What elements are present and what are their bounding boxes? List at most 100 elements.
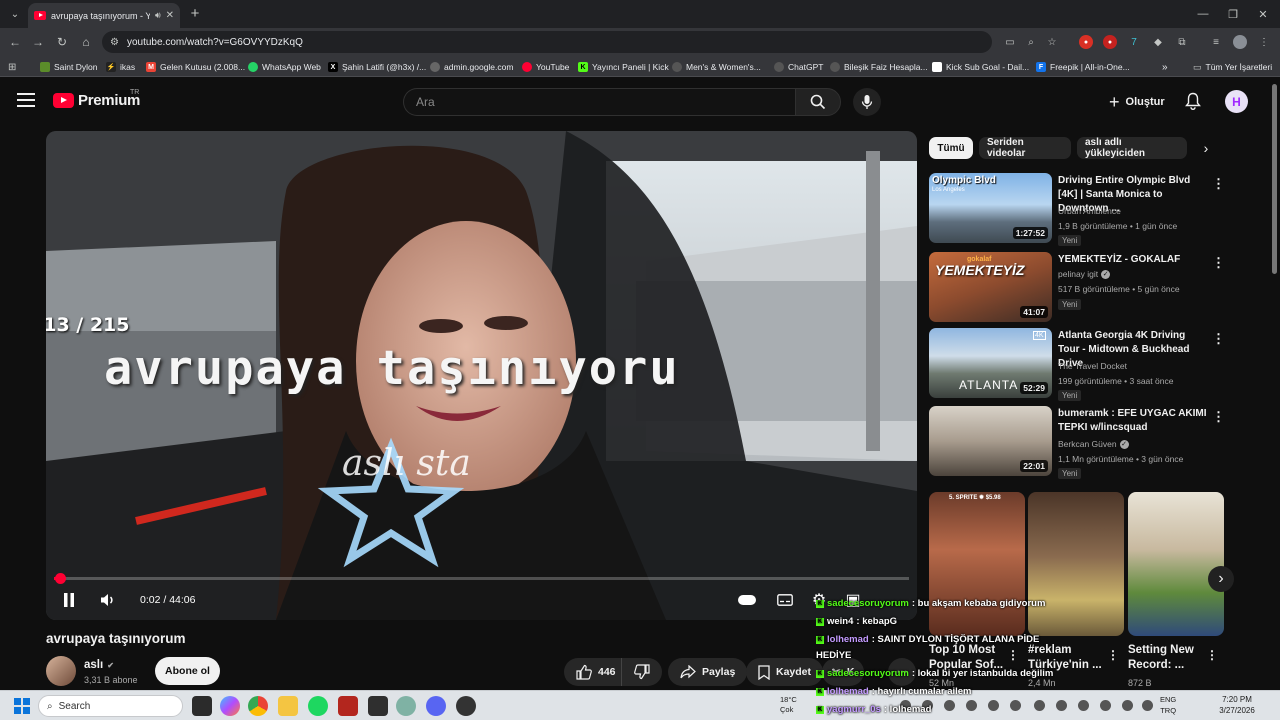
short-title[interactable]: Setting New Record: ... [1128, 643, 1210, 673]
windows-start-icon[interactable] [14, 698, 30, 714]
forward-icon[interactable]: → [29, 33, 47, 51]
weather-widget[interactable]: 18°C Çok [780, 695, 797, 715]
bookmark-item[interactable]: K Yayıncı Paneli | Kick [578, 60, 669, 74]
recommendation-channel[interactable]: Urban Ambience [1058, 206, 1121, 216]
copilot-icon[interactable] [220, 696, 240, 716]
more-bookmarks-button[interactable]: » [1162, 60, 1168, 74]
youtube-logo[interactable]: Premium [53, 92, 140, 109]
speaker-icon[interactable] [1122, 700, 1133, 711]
apps-grid-icon[interactable]: ⊞ [8, 60, 16, 74]
channel-avatar[interactable] [46, 656, 76, 686]
tray-icon[interactable] [1078, 700, 1089, 711]
extension-badge-icon[interactable]: ● [1103, 35, 1117, 49]
more-vert-icon[interactable]: ⋮ [1212, 331, 1225, 347]
more-vert-icon[interactable]: ⋮ [1206, 648, 1218, 662]
recommendation-channel[interactable]: pelinay igit ✓ [1058, 269, 1111, 279]
task-view-icon[interactable] [192, 696, 212, 716]
recommendation-thumbnail[interactable]: 4K ATLANTA 52:29 [929, 328, 1052, 398]
site-info-icon[interactable]: ⚙ [110, 37, 119, 48]
short-thumbnail[interactable] [1028, 492, 1124, 636]
reading-list-icon[interactable]: ≡ [1209, 35, 1223, 49]
system-clock[interactable]: 7:20 PM 3/27/2026 [1212, 694, 1262, 716]
more-vert-icon[interactable]: ⋮ [1107, 648, 1119, 662]
chip-uploader[interactable]: aslı adlı yükleyiciden [1077, 137, 1187, 159]
address-bar[interactable]: ⚙ youtube.com/watch?v=G6OVYYDzKqQ [102, 31, 992, 53]
all-bookmarks-button[interactable]: ▭ Tüm Yer İşaretleri [1193, 60, 1272, 74]
bookmark-item[interactable]: Saint Dylon [40, 60, 97, 74]
subtitles-icon[interactable] [774, 589, 796, 611]
reload-icon[interactable]: ↻ [53, 33, 71, 51]
active-tab[interactable]: avrupaya taşınıyorum - You 🔊︎ ✕ [28, 3, 180, 28]
recommendation-title[interactable]: YEMEKTEYİZ - GOKALAF [1058, 253, 1208, 267]
create-button[interactable]: + Oluştur [1099, 88, 1175, 116]
volume-button[interactable] [98, 589, 118, 611]
progress-bar[interactable] [54, 573, 909, 584]
battery-icon[interactable] [1142, 700, 1153, 711]
voice-search-button[interactable] [853, 88, 881, 116]
recommendation-thumbnail[interactable]: gokalaf YEMEKTEYİZ 41:07 [929, 252, 1052, 322]
extension-7-icon[interactable]: 7 [1127, 35, 1141, 49]
spotify-icon[interactable] [308, 696, 328, 716]
bookmark-item[interactable]: admin.google.com [430, 60, 513, 74]
tray-icon[interactable] [1010, 700, 1021, 711]
new-tab-button[interactable]: + [186, 4, 204, 22]
recommendation-item[interactable]: 22:01 bumeramk : EFE UYGAC AKIMI TEPKI w… [929, 406, 1259, 479]
recommendation-item[interactable]: 4K ATLANTA 52:29 Atlanta Georgia 4K Driv… [929, 328, 1259, 401]
minimize-window-icon[interactable]: — [1188, 4, 1218, 24]
bookmark-item[interactable]: M Gelen Kutusu (2.008... [146, 60, 245, 74]
pause-button[interactable] [60, 589, 78, 611]
save-button[interactable]: Kaydet [746, 658, 824, 686]
chips-next-chevron-icon[interactable]: › [1198, 138, 1214, 158]
like-button[interactable]: 446 [564, 658, 626, 686]
autoplay-toggle[interactable] [736, 589, 758, 611]
notifications-bell-icon[interactable] [1183, 91, 1203, 111]
audio-playing-icon[interactable]: 🔊︎ [155, 10, 161, 21]
recommendation-item[interactable]: Olympic Blvd Los Angeles 1:27:52 Driving… [929, 173, 1259, 246]
tray-icon[interactable] [944, 700, 955, 711]
share-button[interactable]: Paylaş [668, 658, 748, 686]
channel-name[interactable]: aslı ✔ [84, 659, 114, 671]
capcut-icon[interactable] [368, 696, 388, 716]
file-explorer-icon[interactable] [278, 696, 298, 716]
recommendation-title[interactable]: bumeramk : EFE UYGAC AKIMI TEPKI w/lincs… [1058, 407, 1208, 435]
close-tab-icon[interactable]: ✕ [166, 10, 174, 21]
zoom-icon[interactable]: ⌕ [1024, 35, 1038, 49]
progress-scrubber[interactable] [55, 573, 66, 584]
bookmark-item[interactable]: ChatGPT [774, 60, 823, 74]
extension-red-icon[interactable]: ● [1079, 35, 1093, 49]
cast-icon[interactable]: ▭ [1003, 35, 1017, 49]
obs-icon[interactable] [456, 696, 476, 716]
home-icon[interactable]: ⌂ [77, 33, 95, 51]
account-avatar[interactable]: H [1225, 90, 1248, 113]
media-app-icon[interactable] [338, 696, 358, 716]
discord-icon[interactable] [426, 696, 446, 716]
recommendation-thumbnail[interactable]: 22:01 [929, 406, 1052, 476]
video-player[interactable]: 📍︎ 213 / 215 avrupaya taşınıyoru aslı st… [46, 131, 917, 620]
tray-icon[interactable] [1056, 700, 1067, 711]
bookmark-item[interactable]: Men's & Women's... [672, 60, 761, 74]
recommendation-channel[interactable]: The Travel Docket [1058, 361, 1127, 371]
extension-diamond-icon[interactable]: ◆ [1151, 35, 1165, 49]
more-vert-icon[interactable]: ⋮ [1007, 648, 1019, 662]
subscribe-button[interactable]: Abone ol [155, 657, 220, 685]
profile-avatar-icon[interactable] [1233, 35, 1247, 49]
recommendation-channel[interactable]: Berkcan Güven ✓ [1058, 439, 1129, 449]
tray-icon[interactable] [1034, 700, 1045, 711]
short-thumbnail[interactable] [1128, 492, 1224, 636]
dislike-button[interactable] [621, 658, 662, 686]
more-vert-icon[interactable]: ⋮ [1212, 409, 1225, 425]
more-vert-icon[interactable]: ⋮ [1212, 255, 1225, 271]
close-window-icon[interactable]: ✕ [1248, 4, 1278, 24]
page-scrollbar[interactable] [1272, 84, 1277, 274]
tab-search-chevron-icon[interactable]: ⌄ [6, 5, 24, 23]
recommendation-item[interactable]: gokalaf YEMEKTEYİZ 41:07 YEMEKTEYİZ - GO… [929, 252, 1259, 324]
bookmark-item[interactable]: ⚡ ikas [106, 60, 135, 74]
wifi-icon[interactable] [1100, 700, 1111, 711]
bookmark-item[interactable]: Kick Sub Goal - Dail... [932, 60, 1029, 74]
search-button[interactable] [795, 88, 841, 116]
bookmark-item[interactable]: YouTube [522, 60, 569, 74]
chip-all[interactable]: Tümü [929, 137, 973, 159]
bookmark-star-icon[interactable]: ☆ [1045, 35, 1059, 49]
chip-series[interactable]: Seriden videolar [979, 137, 1071, 159]
short-thumbnail[interactable]: 5. SPRITE ✹ $5.98 [929, 492, 1025, 636]
